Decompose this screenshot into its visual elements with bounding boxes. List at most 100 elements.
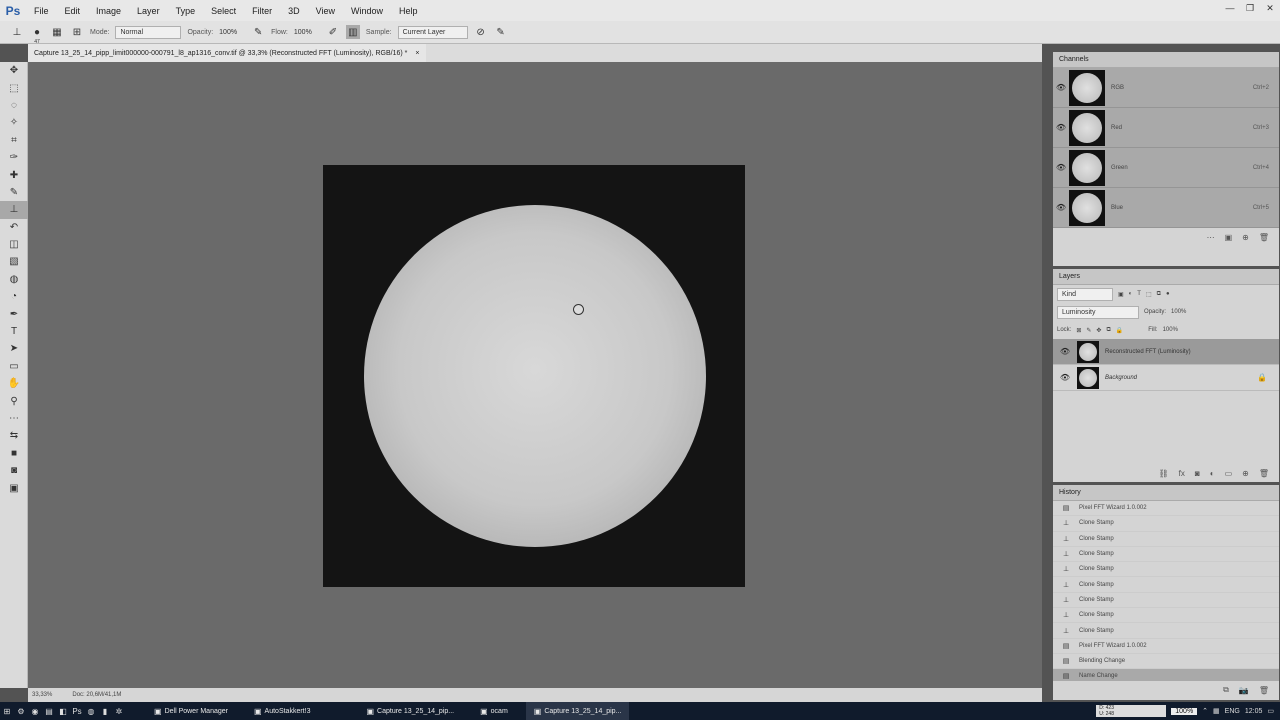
- path-select-tool-icon[interactable]: ➤: [0, 340, 28, 357]
- minimize-button[interactable]: —: [1220, 0, 1240, 16]
- restore-button[interactable]: ❐: [1240, 0, 1260, 16]
- lasso-tool-icon[interactable]: ◌: [0, 97, 28, 114]
- opacity-value[interactable]: 100%: [219, 29, 245, 36]
- document-tab[interactable]: Capture 13_25_14_pipp_limit000000-000791…: [28, 44, 426, 62]
- history-state[interactable]: ⊥ Clone Stamp: [1053, 532, 1279, 547]
- history-state[interactable]: ⊥ Clone Stamp: [1053, 577, 1279, 593]
- channel-row[interactable]: 👁 Green Ctrl+4: [1053, 148, 1279, 188]
- screen-mode-icon[interactable]: ▣: [0, 479, 28, 496]
- channel-row[interactable]: 👁 Red Ctrl+3: [1053, 108, 1279, 148]
- layer-opacity-value[interactable]: 100%: [1171, 309, 1186, 315]
- new-group-icon[interactable]: ▭: [1225, 469, 1233, 478]
- notification-icon[interactable]: ▭: [1267, 707, 1274, 715]
- fill-value[interactable]: 100%: [1163, 327, 1178, 333]
- lock-position-icon[interactable]: ✥: [1096, 327, 1101, 334]
- magic-wand-tool-icon[interactable]: ✧: [0, 114, 28, 131]
- toggle-brush-panel-icon[interactable]: ▦: [50, 25, 64, 39]
- snapshot-icon[interactable]: 📷: [1239, 686, 1249, 695]
- zoom-level[interactable]: 33,33%: [32, 692, 52, 698]
- eye-icon[interactable]: 👁: [1053, 373, 1077, 382]
- layer-kind-filter[interactable]: Kind: [1057, 287, 1113, 301]
- more-tool-icon[interactable]: ⋯: [0, 410, 28, 427]
- blur-tool-icon[interactable]: ◍: [0, 271, 28, 288]
- terminal-icon[interactable]: ▮: [98, 702, 112, 720]
- aligned-icon[interactable]: ▥: [345, 25, 360, 39]
- history-state[interactable]: ⊥ Clone Stamp: [1053, 593, 1279, 609]
- type-tool-icon[interactable]: T: [0, 323, 28, 340]
- gear-taskbar-icon[interactable]: ✲: [112, 702, 126, 720]
- history-state[interactable]: ▤ Name Change: [1053, 669, 1279, 681]
- layer-row[interactable]: 👁 Background 🔒: [1053, 365, 1279, 391]
- airbrush-icon[interactable]: ✐: [326, 25, 340, 39]
- adjustment-layer-icon[interactable]: ◐: [1210, 469, 1215, 478]
- brush-preview-icon[interactable]: ● 47: [30, 25, 44, 46]
- eye-icon[interactable]: 👁: [1053, 83, 1069, 92]
- history-state[interactable]: ▤ Pixel FFT Wizard 1.0.002: [1053, 501, 1279, 517]
- menu-help[interactable]: Help: [391, 6, 426, 16]
- close-button[interactable]: ✕: [1260, 0, 1280, 16]
- link-layers-icon[interactable]: ⛓: [1159, 469, 1169, 478]
- brush-tool-icon[interactable]: ✎: [0, 184, 28, 201]
- eye-icon[interactable]: 👁: [1053, 123, 1069, 132]
- clone-stamp-tool-icon[interactable]: ⊥: [0, 201, 28, 219]
- taskbar-item[interactable]: ▣ AutoStakkert!3: [246, 702, 318, 720]
- dodge-tool-icon[interactable]: ◔: [0, 288, 28, 305]
- marquee-tool-icon[interactable]: ⬚: [0, 79, 28, 96]
- taskbar-item[interactable]: ▣ ocam: [472, 702, 516, 720]
- tray-chevron-icon[interactable]: ⌃: [1202, 707, 1208, 715]
- filter-smart-icon[interactable]: ⧉: [1157, 291, 1161, 298]
- app-icon[interactable]: ◧: [56, 702, 70, 720]
- save-selection-icon[interactable]: ▣: [1225, 233, 1233, 242]
- channel-row[interactable]: 👁 RGB Ctrl+2: [1053, 68, 1279, 108]
- eye-icon[interactable]: 👁: [1053, 347, 1077, 356]
- quickmask-icon[interactable]: ◙: [0, 462, 28, 479]
- load-selection-icon[interactable]: ⋯: [1207, 233, 1215, 242]
- new-channel-icon[interactable]: ⊕: [1242, 233, 1249, 242]
- menu-select[interactable]: Select: [203, 6, 244, 16]
- eyedropper-tool-icon[interactable]: ✑: [0, 149, 28, 166]
- history-brush-tool-icon[interactable]: ↶: [0, 219, 28, 236]
- menu-layer[interactable]: Layer: [129, 6, 168, 16]
- taskbar-item[interactable]: ▣ Capture 13_25_14_pip...: [358, 702, 462, 720]
- healing-tool-icon[interactable]: ✚: [0, 166, 28, 183]
- history-tab[interactable]: History: [1053, 485, 1279, 501]
- layer-row[interactable]: 👁 Reconstructed FFT (Luminosity): [1053, 339, 1279, 365]
- windows-start-icon[interactable]: ⊞: [0, 702, 14, 720]
- layers-tab[interactable]: Layers: [1053, 269, 1279, 285]
- delete-state-icon[interactable]: 🗑: [1259, 686, 1269, 695]
- history-state[interactable]: ⊥ Clone Stamp: [1053, 516, 1279, 532]
- lock-image-icon[interactable]: ✎: [1086, 327, 1091, 334]
- menu-filter[interactable]: Filter: [244, 6, 280, 16]
- history-state[interactable]: ▤ Blending Change: [1053, 654, 1279, 670]
- filter-type-icon[interactable]: T: [1137, 291, 1141, 297]
- move-tool-icon[interactable]: ✥: [0, 62, 28, 79]
- taskbar-item[interactable]: ▣ Dell Power Manager: [146, 702, 236, 720]
- eye-icon[interactable]: 👁: [1053, 203, 1069, 212]
- history-state[interactable]: ⊥ Clone Stamp: [1053, 608, 1279, 624]
- taskbar-item[interactable]: ▣ Capture 13_25_14_pip...: [525, 702, 630, 720]
- menu-type[interactable]: Type: [168, 6, 204, 16]
- pressure-opacity-icon[interactable]: ✎: [251, 25, 265, 39]
- clone-stamp-icon[interactable]: ⊥: [10, 25, 24, 39]
- fx-icon[interactable]: fx: [1179, 469, 1185, 478]
- new-document-from-state-icon[interactable]: ⧉: [1223, 685, 1229, 695]
- chrome-icon[interactable]: ◉: [28, 702, 42, 720]
- menu-file[interactable]: File: [26, 6, 57, 16]
- zoom-tool-icon[interactable]: ⚲: [0, 392, 28, 409]
- ignore-adjustment-icon[interactable]: ⊘: [474, 25, 488, 39]
- lock-all-icon[interactable]: 🔒: [1116, 327, 1123, 334]
- pressure-size-icon[interactable]: ✎: [494, 25, 508, 39]
- sample-select[interactable]: Current Layer: [397, 25, 468, 39]
- explorer-icon[interactable]: ▤: [42, 702, 56, 720]
- tray-lang[interactable]: ENG: [1225, 708, 1240, 715]
- shape-tool-icon[interactable]: ▭: [0, 358, 28, 375]
- history-state[interactable]: ⊥ Clone Stamp: [1053, 547, 1279, 563]
- channel-row[interactable]: 👁 Blue Ctrl+5: [1053, 188, 1279, 228]
- flow-value[interactable]: 100%: [294, 29, 320, 36]
- eraser-tool-icon[interactable]: ◫: [0, 236, 28, 253]
- hand-tool-icon[interactable]: ✋: [0, 375, 28, 392]
- filter-shape-icon[interactable]: ⬚: [1146, 291, 1152, 298]
- menu-edit[interactable]: Edit: [57, 6, 89, 16]
- filter-adjustment-icon[interactable]: ◐: [1129, 291, 1133, 297]
- delete-channel-icon[interactable]: 🗑: [1259, 233, 1269, 242]
